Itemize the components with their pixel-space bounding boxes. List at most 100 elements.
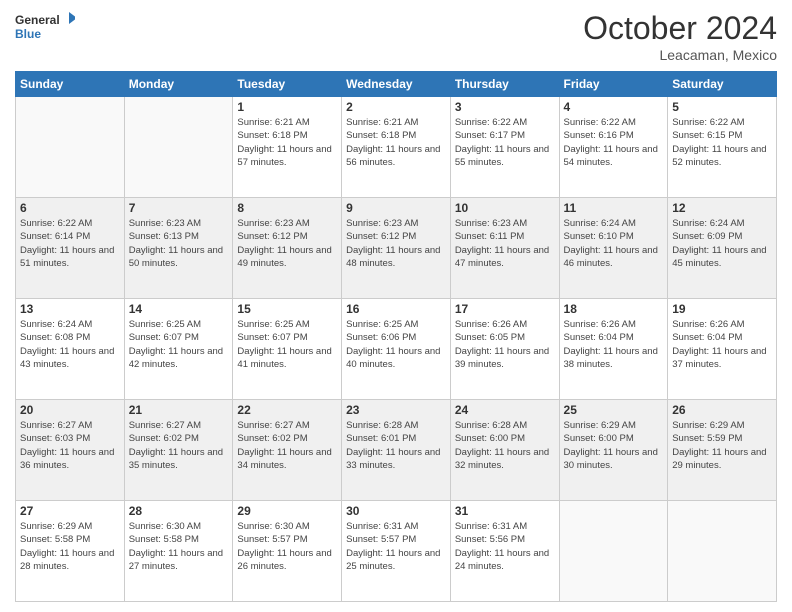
logo: General Blue	[15, 10, 75, 45]
calendar-week-row: 6 Sunrise: 6:22 AMSunset: 6:14 PMDaylight…	[16, 198, 777, 299]
day-number: 8	[237, 201, 337, 215]
svg-text:Blue: Blue	[15, 27, 41, 41]
calendar-cell: 12 Sunrise: 6:24 AMSunset: 6:09 PMDayligh…	[668, 198, 777, 299]
calendar-cell: 22 Sunrise: 6:27 AMSunset: 6:02 PMDayligh…	[233, 400, 342, 501]
calendar-cell: 11 Sunrise: 6:24 AMSunset: 6:10 PMDayligh…	[559, 198, 668, 299]
day-info: Sunrise: 6:23 AMSunset: 6:11 PMDaylight:…	[455, 217, 555, 270]
calendar-cell: 9Sunrise: 6:23 AMSunset: 6:12 PMDaylight…	[342, 198, 451, 299]
day-info: Sunrise: 6:29 AMSunset: 5:58 PMDaylight:…	[20, 520, 120, 573]
header: General Blue October 2024 Leacaman, Mexi…	[15, 10, 777, 63]
calendar-cell: 20 Sunrise: 6:27 AMSunset: 6:03 PMDayligh…	[16, 400, 125, 501]
day-number: 14	[129, 302, 229, 316]
calendar-cell: 7 Sunrise: 6:23 AMSunset: 6:13 PMDaylight…	[124, 198, 233, 299]
calendar-week-row: 20 Sunrise: 6:27 AMSunset: 6:03 PMDayligh…	[16, 400, 777, 501]
day-info: Sunrise: 6:22 AMSunset: 6:16 PMDaylight:…	[564, 116, 664, 169]
location: Leacaman, Mexico	[583, 47, 777, 63]
day-info: Sunrise: 6:31 AMSunset: 5:57 PMDaylight:…	[346, 520, 446, 573]
day-info: Sunrise: 6:22 AMSunset: 6:14 PMDaylight:…	[20, 217, 120, 270]
day-header-thursday: Thursday	[450, 72, 559, 97]
calendar-cell: 21 Sunrise: 6:27 AMSunset: 6:02 PMDayligh…	[124, 400, 233, 501]
day-number: 7	[129, 201, 229, 215]
day-number: 11	[564, 201, 664, 215]
calendar-cell: 13Sunrise: 6:24 AMSunset: 6:08 PMDayligh…	[16, 299, 125, 400]
calendar-week-row: 27 Sunrise: 6:29 AMSunset: 5:58 PMDayligh…	[16, 501, 777, 602]
calendar-cell: 16 Sunrise: 6:25 AMSunset: 6:06 PMDayligh…	[342, 299, 451, 400]
svg-text:General: General	[15, 13, 60, 27]
calendar-cell: 17 Sunrise: 6:26 AMSunset: 6:05 PMDayligh…	[450, 299, 559, 400]
logo-svg: General Blue	[15, 10, 75, 45]
calendar-cell: 6 Sunrise: 6:22 AMSunset: 6:14 PMDaylight…	[16, 198, 125, 299]
calendar-header-row: SundayMondayTuesdayWednesdayThursdayFrid…	[16, 72, 777, 97]
day-info: Sunrise: 6:23 AMSunset: 6:12 PMDaylight:…	[237, 217, 337, 270]
day-info: Sunrise: 6:25 AMSunset: 6:07 PMDaylight:…	[129, 318, 229, 371]
calendar-cell: 28 Sunrise: 6:30 AMSunset: 5:58 PMDayligh…	[124, 501, 233, 602]
day-info: Sunrise: 6:24 AMSunset: 6:10 PMDaylight:…	[564, 217, 664, 270]
day-number: 22	[237, 403, 337, 417]
month-title: October 2024	[583, 10, 777, 47]
day-number: 21	[129, 403, 229, 417]
calendar-cell: 26 Sunrise: 6:29 AMSunset: 5:59 PMDayligh…	[668, 400, 777, 501]
day-info: Sunrise: 6:30 AMSunset: 5:57 PMDaylight:…	[237, 520, 337, 573]
day-number: 26	[672, 403, 772, 417]
day-number: 3	[455, 100, 555, 114]
day-number: 28	[129, 504, 229, 518]
day-number: 16	[346, 302, 446, 316]
calendar-cell: 14 Sunrise: 6:25 AMSunset: 6:07 PMDayligh…	[124, 299, 233, 400]
calendar-cell: 18 Sunrise: 6:26 AMSunset: 6:04 PMDayligh…	[559, 299, 668, 400]
day-number: 29	[237, 504, 337, 518]
day-header-monday: Monday	[124, 72, 233, 97]
day-info: Sunrise: 6:25 AMSunset: 6:06 PMDaylight:…	[346, 318, 446, 371]
calendar-cell	[559, 501, 668, 602]
calendar-cell: 24 Sunrise: 6:28 AMSunset: 6:00 PMDayligh…	[450, 400, 559, 501]
calendar-cell: 19 Sunrise: 6:26 AMSunset: 6:04 PMDayligh…	[668, 299, 777, 400]
day-number: 4	[564, 100, 664, 114]
day-info: Sunrise: 6:24 AMSunset: 6:09 PMDaylight:…	[672, 217, 772, 270]
day-info: Sunrise: 6:21 AMSunset: 6:18 PMDaylight:…	[346, 116, 446, 169]
calendar-cell: 2Sunrise: 6:21 AMSunset: 6:18 PMDaylight…	[342, 97, 451, 198]
day-info: Sunrise: 6:28 AMSunset: 6:01 PMDaylight:…	[346, 419, 446, 472]
day-number: 5	[672, 100, 772, 114]
day-number: 17	[455, 302, 555, 316]
calendar-week-row: 1 Sunrise: 6:21 AMSunset: 6:18 PMDaylight…	[16, 97, 777, 198]
calendar-cell: 4 Sunrise: 6:22 AMSunset: 6:16 PMDaylight…	[559, 97, 668, 198]
day-info: Sunrise: 6:30 AMSunset: 5:58 PMDaylight:…	[129, 520, 229, 573]
day-header-tuesday: Tuesday	[233, 72, 342, 97]
day-info: Sunrise: 6:31 AMSunset: 5:56 PMDaylight:…	[455, 520, 555, 573]
day-info: Sunrise: 6:27 AMSunset: 6:02 PMDaylight:…	[237, 419, 337, 472]
day-info: Sunrise: 6:26 AMSunset: 6:04 PMDaylight:…	[564, 318, 664, 371]
day-info: Sunrise: 6:27 AMSunset: 6:02 PMDaylight:…	[129, 419, 229, 472]
day-number: 18	[564, 302, 664, 316]
calendar-cell: 15Sunrise: 6:25 AMSunset: 6:07 PMDayligh…	[233, 299, 342, 400]
day-info: Sunrise: 6:29 AMSunset: 5:59 PMDaylight:…	[672, 419, 772, 472]
calendar-cell	[16, 97, 125, 198]
day-number: 19	[672, 302, 772, 316]
calendar-week-row: 13Sunrise: 6:24 AMSunset: 6:08 PMDayligh…	[16, 299, 777, 400]
day-info: Sunrise: 6:28 AMSunset: 6:00 PMDaylight:…	[455, 419, 555, 472]
day-header-sunday: Sunday	[16, 72, 125, 97]
day-number: 20	[20, 403, 120, 417]
day-info: Sunrise: 6:26 AMSunset: 6:04 PMDaylight:…	[672, 318, 772, 371]
day-number: 31	[455, 504, 555, 518]
day-info: Sunrise: 6:23 AMSunset: 6:13 PMDaylight:…	[129, 217, 229, 270]
calendar-cell: 31 Sunrise: 6:31 AMSunset: 5:56 PMDayligh…	[450, 501, 559, 602]
day-number: 24	[455, 403, 555, 417]
calendar-cell: 1Sunrise: 6:21 AMSunset: 6:18 PMDaylight…	[233, 97, 342, 198]
title-block: October 2024 Leacaman, Mexico	[583, 10, 777, 63]
day-info: Sunrise: 6:26 AMSunset: 6:05 PMDaylight:…	[455, 318, 555, 371]
day-number: 1	[237, 100, 337, 114]
day-info: Sunrise: 6:27 AMSunset: 6:03 PMDaylight:…	[20, 419, 120, 472]
day-number: 12	[672, 201, 772, 215]
day-info: Sunrise: 6:22 AMSunset: 6:15 PMDaylight:…	[672, 116, 772, 169]
day-number: 27	[20, 504, 120, 518]
calendar-cell	[124, 97, 233, 198]
day-number: 10	[455, 201, 555, 215]
calendar-table: SundayMondayTuesdayWednesdayThursdayFrid…	[15, 71, 777, 602]
calendar-cell: 8 Sunrise: 6:23 AMSunset: 6:12 PMDaylight…	[233, 198, 342, 299]
calendar-cell: 30Sunrise: 6:31 AMSunset: 5:57 PMDayligh…	[342, 501, 451, 602]
day-info: Sunrise: 6:24 AMSunset: 6:08 PMDaylight:…	[20, 318, 120, 371]
day-number: 15	[237, 302, 337, 316]
day-number: 6	[20, 201, 120, 215]
calendar-cell: 3 Sunrise: 6:22 AMSunset: 6:17 PMDaylight…	[450, 97, 559, 198]
day-info: Sunrise: 6:22 AMSunset: 6:17 PMDaylight:…	[455, 116, 555, 169]
calendar-cell: 10 Sunrise: 6:23 AMSunset: 6:11 PMDayligh…	[450, 198, 559, 299]
